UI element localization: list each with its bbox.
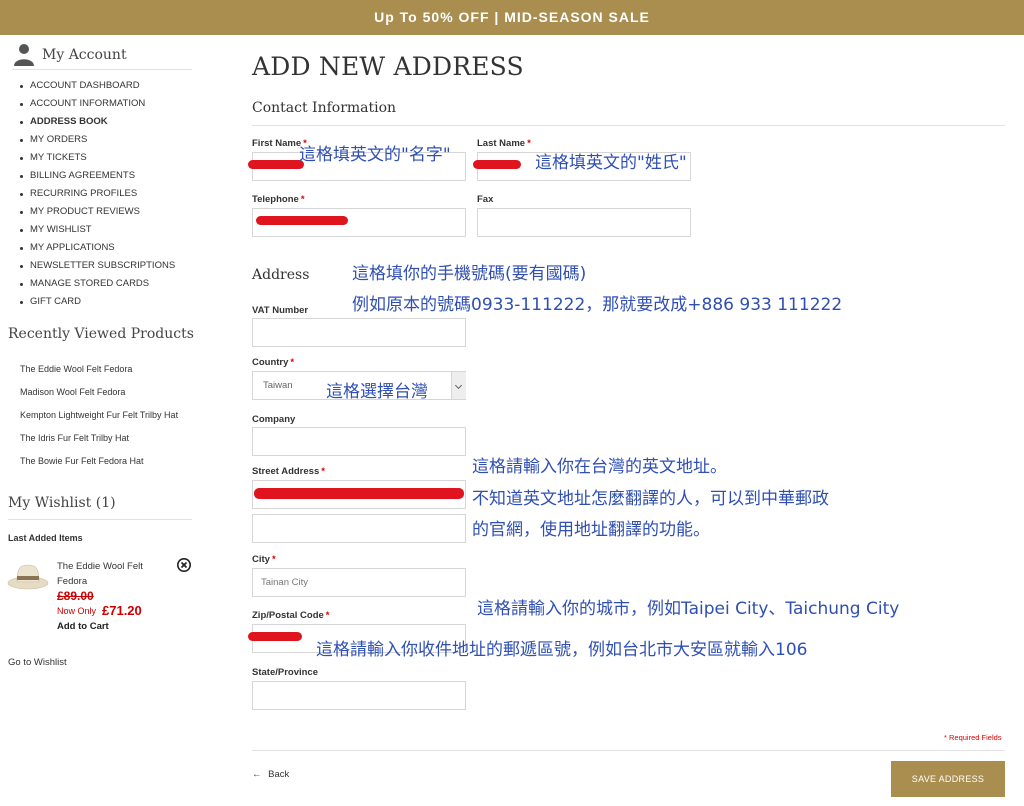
divider <box>8 519 192 520</box>
wishlist-item-name[interactable]: The Eddie Wool Felt Fedora <box>57 559 157 589</box>
nav-my-wishlist[interactable]: MY WISHLIST <box>20 224 175 242</box>
account-title: My Account <box>42 47 127 63</box>
arrow-left-icon: ← <box>252 769 262 780</box>
nav-address-book: ADDRESS BOOK <box>20 116 175 134</box>
now-price: £71.20 <box>102 603 142 618</box>
annotation-zip: 這格請輸入你收件地址的郵遞區號，例如台北市大安區就輸入106 <box>316 640 808 660</box>
contact-info-heading: Contact Information <box>252 100 397 116</box>
annotation-phone-2: 例如原本的號碼0933-111222，那就要改成+886 933 111222 <box>352 295 843 315</box>
city-label: City * <box>252 554 276 565</box>
nav-manage-stored-cards[interactable]: MANAGE STORED CARDS <box>20 278 175 296</box>
divider <box>252 125 1005 126</box>
nav-my-orders[interactable]: MY ORDERS <box>20 134 175 152</box>
city-field[interactable] <box>252 568 466 597</box>
annotation-street-3: 的官網，使用地址翻譯的功能。 <box>472 520 710 540</box>
recently-viewed-list: The Eddie Wool Felt Fedora Madison Wool … <box>20 364 178 479</box>
chevron-down-icon[interactable] <box>451 372 466 399</box>
nav-gift-card[interactable]: GIFT CARD <box>20 296 175 314</box>
hat-thumbnail[interactable] <box>6 560 50 592</box>
annotation-first-name: 這格填英文的"名字" <box>299 145 451 165</box>
zip-label: Zip/Postal Code * <box>252 610 330 621</box>
redaction-mark <box>248 632 302 641</box>
annotation-street-2: 不知道英文地址怎麼翻譯的人，可以到中華郵政 <box>472 489 829 509</box>
annotation-street-1: 這格請輸入你在台灣的英文地址。 <box>472 457 727 477</box>
redaction-mark <box>256 216 348 225</box>
street-field-2[interactable] <box>252 514 466 543</box>
account-nav: ACCOUNT DASHBOARD ACCOUNT INFORMATION AD… <box>20 80 175 314</box>
promo-banner[interactable]: Up To 50% OFF | MID-SEASON SALE <box>0 0 1024 35</box>
fax-label: Fax <box>477 194 494 205</box>
page-title: ADD NEW ADDRESS <box>252 52 524 81</box>
nav-newsletter-subscriptions[interactable]: NEWSLETTER SUBSCRIPTIONS <box>20 260 175 278</box>
redaction-mark <box>254 488 464 499</box>
recent-product-link[interactable]: Madison Wool Felt Fedora <box>20 387 178 410</box>
nav-my-tickets[interactable]: MY TICKETS <box>20 152 175 170</box>
divider <box>252 750 1005 751</box>
telephone-label: Telephone * <box>252 194 305 205</box>
back-link[interactable]: ← Back <box>252 769 289 780</box>
wishlist-title[interactable]: My Wishlist (1) <box>8 495 116 511</box>
vat-label: VAT Number <box>252 305 309 316</box>
recent-product-link[interactable]: The Idris Fur Felt Trilby Hat <box>20 433 178 456</box>
save-address-button[interactable]: SAVE ADDRESS <box>891 761 1005 797</box>
nav-my-applications[interactable]: MY APPLICATIONS <box>20 242 175 260</box>
recent-product-link[interactable]: Kempton Lightweight Fur Felt Trilby Hat <box>20 410 178 433</box>
state-label: State/Province <box>252 667 318 678</box>
company-label: Company <box>252 414 296 425</box>
street-label: Street Address * <box>252 466 325 477</box>
address-heading: Address <box>252 267 310 283</box>
recent-product-link[interactable]: The Bowie Fur Felt Fedora Hat <box>20 456 178 479</box>
recently-viewed-title: Recently Viewed Products <box>8 326 194 342</box>
remove-icon[interactable] <box>176 557 192 573</box>
user-icon <box>14 44 34 66</box>
vat-field[interactable] <box>252 318 466 347</box>
redaction-mark <box>473 160 521 169</box>
now-only-label: Now Only <box>57 606 97 616</box>
old-price: £89.00 <box>57 589 94 603</box>
fax-field[interactable] <box>477 208 691 237</box>
recent-product-link[interactable]: The Eddie Wool Felt Fedora <box>20 364 178 387</box>
state-field[interactable] <box>252 681 466 710</box>
nav-account-dashboard[interactable]: ACCOUNT DASHBOARD <box>20 80 175 98</box>
nav-my-product-reviews[interactable]: MY PRODUCT REVIEWS <box>20 206 175 224</box>
last-name-label: Last Name * <box>477 138 531 149</box>
annotation-city: 這格請輸入你的城市，例如Taipei City、Taichung City <box>477 599 900 619</box>
nav-account-information[interactable]: ACCOUNT INFORMATION <box>20 98 175 116</box>
redaction-mark <box>248 160 304 169</box>
country-label: Country * <box>252 357 295 368</box>
company-field[interactable] <box>252 427 466 456</box>
go-to-wishlist-link[interactable]: Go to Wishlist <box>8 657 67 668</box>
required-fields-note: * Required Fields <box>944 733 1002 742</box>
wishlist-subtitle: Last Added Items <box>8 533 83 543</box>
nav-billing-agreements[interactable]: BILLING AGREEMENTS <box>20 170 175 188</box>
add-to-cart-link[interactable]: Add to Cart <box>57 621 109 632</box>
annotation-last-name: 這格填英文的"姓氏" <box>535 153 687 173</box>
annotation-country: 這格選擇台灣 <box>326 382 428 402</box>
account-header: My Account <box>12 42 192 70</box>
annotation-phone-1: 這格填你的手機號碼(要有國碼) <box>352 264 587 284</box>
nav-recurring-profiles[interactable]: RECURRING PROFILES <box>20 188 175 206</box>
